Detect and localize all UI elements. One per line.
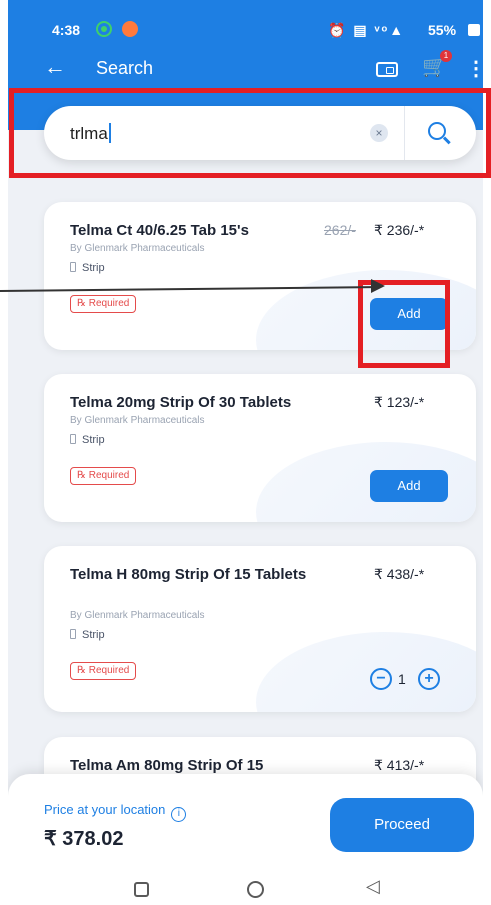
price-location-label: Price at your location i	[44, 802, 187, 822]
proceed-button[interactable]: Proceed	[330, 798, 474, 852]
pack-label: Strip	[82, 262, 105, 274]
search-icon-handle	[443, 136, 451, 144]
product-name: Telma Ct 40/6.25 Tab 15's	[70, 222, 249, 239]
status-time: 4:38	[52, 22, 81, 38]
search-bar: trlma ×	[44, 106, 476, 160]
page-title: Search	[96, 58, 154, 78]
whatsapp-icon	[96, 21, 112, 37]
pack-label: Strip	[82, 434, 105, 446]
product-price: ₹ 413/-*	[374, 757, 425, 773]
notification-icon	[122, 21, 138, 37]
system-back-icon[interactable]: ◁	[366, 876, 380, 897]
status-bar: 4:38 ⏰ ▤ ᵛᵒ▲ 55%	[8, 0, 483, 42]
product-price: ₹ 123/-*	[374, 394, 425, 410]
product-name: Telma 20mg Strip Of 30 Tablets	[70, 394, 292, 411]
search-query-text: trlma	[70, 124, 108, 143]
product-manufacturer: By Glenmark Pharmaceuticals	[70, 243, 205, 254]
product-name: Telma H 80mg Strip Of 15 Tablets	[70, 566, 307, 583]
back-arrow-icon[interactable]: ←	[44, 54, 66, 80]
add-to-cart-button[interactable]: Add	[370, 298, 448, 330]
battery-level: 55%	[428, 22, 457, 38]
app-screen: 4:38 ⏰ ▤ ᵛᵒ▲ 55% ← Search 🛒 1 ⋮ trlma × …	[8, 0, 483, 905]
strip-icon	[70, 629, 76, 639]
product-pack: Strip	[70, 262, 105, 274]
product-price: ₹ 236/-*	[374, 222, 425, 238]
add-to-cart-button[interactable]: Add	[370, 470, 448, 502]
checkout-bar: Price at your location i ₹ 378.02 Proceed	[8, 774, 483, 872]
prescription-required-badge: ℞ Required	[70, 662, 137, 680]
system-nav-bar: ◁	[8, 872, 483, 905]
info-icon[interactable]: i	[171, 807, 187, 822]
search-button[interactable]	[416, 114, 464, 152]
wallet-icon[interactable]	[376, 62, 398, 77]
battery-icon	[468, 24, 480, 36]
recent-apps-icon[interactable]	[134, 882, 149, 897]
product-card[interactable]: Telma Ct 40/6.25 Tab 15's 262/- ₹ 236/-*…	[44, 202, 476, 350]
pack-label: Strip	[82, 629, 105, 641]
product-manufacturer: By Glenmark Pharmaceuticals	[70, 610, 205, 621]
strip-icon	[70, 434, 76, 444]
product-name: Telma Am 80mg Strip Of 15	[70, 757, 264, 774]
clear-search-icon[interactable]: ×	[370, 124, 388, 142]
product-mrp: 262/-	[324, 222, 356, 238]
more-options-icon[interactable]: ⋮	[466, 56, 483, 81]
text-cursor	[108, 123, 111, 143]
prescription-required-badge: ℞ Required	[70, 295, 137, 313]
product-manufacturer: By Glenmark Pharmaceuticals	[70, 415, 205, 426]
product-card[interactable]: Telma 20mg Strip Of 30 Tablets ₹ 123/-* …	[44, 374, 476, 522]
quantity-value: 1	[398, 671, 406, 687]
product-price: ₹ 438/-*	[374, 566, 425, 582]
status-icons: ⏰ ▤ ᵛᵒ▲	[328, 22, 406, 38]
prescription-required-badge: ℞ Required	[70, 467, 137, 485]
annotation-arrowhead	[371, 279, 385, 293]
search-input[interactable]: trlma	[70, 123, 111, 144]
product-pack: Strip	[70, 434, 105, 446]
price-label-text: Price at your location	[44, 802, 166, 817]
increase-quantity-button[interactable]: +	[418, 668, 440, 690]
cart-count-badge: 1	[440, 50, 452, 62]
app-bar: ← Search 🛒 1 ⋮	[8, 48, 483, 88]
decrease-quantity-button[interactable]: −	[370, 668, 392, 690]
total-price: ₹ 378.02	[44, 828, 124, 850]
search-divider	[404, 106, 405, 160]
product-card[interactable]: Telma H 80mg Strip Of 15 Tablets ₹ 438/-…	[44, 546, 476, 712]
quantity-stepper: − 1 +	[362, 666, 452, 692]
product-pack: Strip	[70, 629, 105, 641]
home-icon[interactable]	[247, 881, 264, 898]
strip-icon	[70, 262, 76, 272]
